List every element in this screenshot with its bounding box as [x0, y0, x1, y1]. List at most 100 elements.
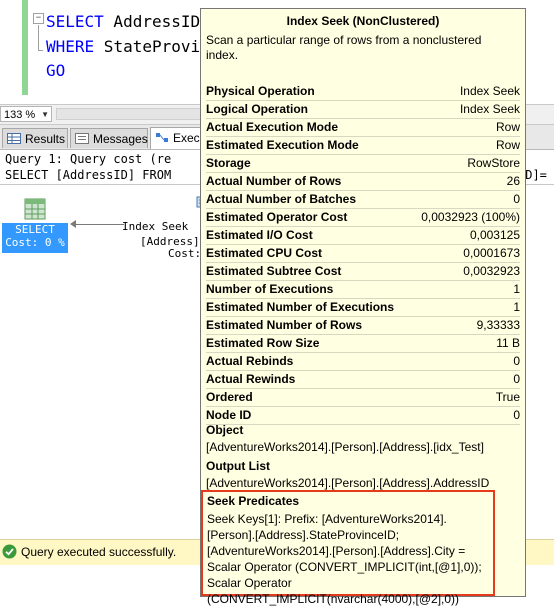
property-value: 0,0032923 (100%): [421, 210, 520, 224]
property-key: Actual Number of Batches: [206, 192, 357, 206]
property-value: Row: [495, 138, 520, 152]
property-value: 9,33333: [476, 318, 520, 332]
property-key: Node ID: [206, 408, 252, 422]
property-row: Estimated Subtree Cost 0,0032923: [206, 263, 520, 281]
property-value: RowStore: [467, 156, 520, 170]
property-row: Ordered True: [206, 389, 520, 407]
property-row: Estimated Number of Rows 9,33333: [206, 317, 520, 335]
property-value: True: [495, 390, 520, 404]
code-line-3[interactable]: GO: [46, 61, 65, 81]
messages-icon: [75, 133, 89, 144]
query-cost-text: Query 1: Query cost (re: [5, 152, 172, 166]
property-row: Node ID 0: [206, 407, 520, 425]
property-value: 1: [513, 300, 520, 314]
collapse-icon[interactable]: −: [33, 13, 44, 24]
output-list-value: [AdventureWorks2014].[Person].[Address].…: [206, 476, 490, 490]
execution-plan-icon: [156, 133, 168, 142]
property-key: Estimated Number of Executions: [206, 300, 395, 314]
output-list-heading: Output List: [206, 459, 270, 473]
tab-label: Messages: [93, 132, 148, 146]
seek-operator-name[interactable]: Index Seek: [122, 219, 188, 234]
seek-predicates-value: Seek Keys[1]: Prefix: [AdventureWorks201…: [207, 512, 482, 606]
property-row: Storage RowStore: [206, 155, 520, 173]
property-value: Row: [495, 120, 520, 134]
property-value: Index Seek: [459, 102, 520, 116]
tab-label: Results: [25, 132, 66, 146]
property-row: Estimated CPU Cost 0,0001673: [206, 245, 520, 263]
property-row: Actual Rebinds 0: [206, 353, 520, 371]
operator-cost: Cost: 0 %: [5, 236, 65, 249]
property-key: Storage: [206, 156, 251, 170]
tab-execution-plan[interactable]: Exec: [150, 127, 202, 149]
horizontal-scrollbar[interactable]: [56, 108, 201, 120]
select-operator-icon[interactable]: [24, 198, 46, 220]
keyword-select: SELECT: [46, 12, 104, 31]
property-key: Estimated Number of Rows: [206, 318, 363, 332]
select-operator-node[interactable]: SELECT Cost: 0 %: [2, 223, 68, 253]
property-row: Actual Number of Rows 26: [206, 173, 520, 191]
status-message: Query executed successfully.: [21, 545, 177, 559]
code-text: AddressID: [103, 12, 201, 31]
seek-predicates-heading: Seek Predicates: [207, 494, 300, 508]
property-value: 0,0032923: [463, 264, 520, 278]
tab-results[interactable]: Results: [2, 128, 68, 148]
property-row: Estimated Operator Cost 0,0032923 (100%): [206, 209, 520, 227]
code-text: StateProvi: [94, 37, 201, 56]
property-row: Estimated Number of Executions 1: [206, 299, 520, 317]
seek-predicates-highlight: Seek Predicates Seek Keys[1]: Prefix: [A…: [201, 490, 495, 606]
properties-table: Physical Operation Index Seek Logical Ope…: [206, 83, 520, 425]
object-value: [AdventureWorks2014].[Person].[Address].…: [206, 440, 484, 454]
property-value: 0: [513, 408, 520, 422]
operator-name: SELECT: [15, 223, 55, 236]
property-row: Actual Number of Batches 0: [206, 191, 520, 209]
property-key: Actual Execution Mode: [206, 120, 339, 134]
property-value: 11 B: [496, 336, 520, 350]
property-row: Actual Rewinds 0: [206, 371, 520, 389]
property-value: 0: [513, 372, 520, 386]
property-value: 0,0001673: [463, 246, 520, 260]
grid-icon: [7, 133, 21, 144]
zoom-value: 133 %: [4, 109, 36, 121]
keyword-go: GO: [46, 61, 66, 80]
property-key: Estimated Row Size: [206, 336, 320, 350]
code-line-1[interactable]: SELECT AddressID: [46, 12, 200, 32]
tooltip-title: Index Seek (NonClustered): [286, 14, 440, 28]
keyword-where: WHERE: [46, 37, 95, 56]
data-flow-arrow[interactable]: [72, 224, 124, 225]
property-row: Physical Operation Index Seek: [206, 83, 520, 101]
query-text: SELECT [AddressID] FROM: [5, 168, 172, 182]
zoom-select[interactable]: 133 % ▼: [0, 106, 52, 122]
property-value: 0,003125: [469, 228, 520, 242]
property-key: Actual Rewinds: [206, 372, 296, 386]
property-key: Estimated I/O Cost: [206, 228, 313, 242]
object-heading: Object: [206, 423, 244, 437]
tooltip-description: Scan a particular range of rows from a n…: [206, 33, 482, 62]
property-value: 1: [513, 282, 520, 296]
change-tracking-margin: [22, 0, 28, 95]
property-key: Estimated Execution Mode: [206, 138, 359, 152]
property-value: 0: [513, 354, 520, 368]
chevron-down-icon[interactable]: ▼: [41, 107, 49, 123]
property-key: Physical Operation: [206, 84, 315, 98]
property-key: Logical Operation: [206, 102, 309, 116]
property-row: Number of Executions 1: [206, 281, 520, 299]
seek-operator-cost: Cost:: [168, 247, 202, 260]
property-row: Actual Execution Mode Row: [206, 119, 520, 137]
property-value: 26: [506, 174, 520, 188]
property-row: Estimated Execution Mode Row: [206, 137, 520, 155]
property-key: Number of Executions: [206, 282, 334, 296]
property-key: Actual Rebinds: [206, 354, 294, 368]
success-check-icon: [2, 544, 17, 559]
property-row: Estimated I/O Cost 0,003125: [206, 227, 520, 245]
outline-tick: [38, 50, 43, 51]
property-key: Estimated Operator Cost: [206, 210, 348, 224]
property-value: 0: [513, 192, 520, 206]
property-key: Actual Number of Rows: [206, 174, 342, 188]
tab-label: Exec: [173, 131, 200, 145]
property-row: Logical Operation Index Seek: [206, 101, 520, 119]
property-key: Estimated CPU Cost: [206, 246, 323, 260]
tab-messages[interactable]: Messages: [70, 128, 148, 148]
operator-tooltip: Index Seek (NonClustered) Scan a particu…: [200, 8, 526, 606]
code-line-2[interactable]: WHERE StateProvi: [46, 37, 200, 57]
outline-line: [38, 25, 39, 50]
